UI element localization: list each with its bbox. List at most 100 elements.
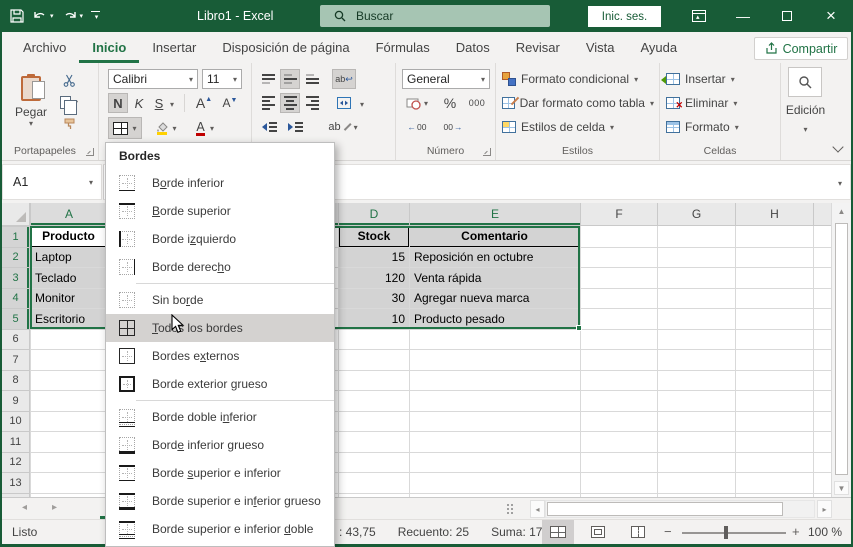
copy-button[interactable]: ▾	[56, 93, 82, 111]
percent-style-button[interactable]: %	[440, 93, 460, 113]
row-header-5[interactable]: 5	[2, 308, 30, 329]
menu-item-borde-superior[interactable]: Borde superior	[106, 197, 334, 225]
hscroll-right-icon[interactable]: ▸	[817, 500, 832, 518]
comma-style-button[interactable]: 000	[464, 93, 490, 113]
align-center-button[interactable]	[280, 93, 300, 113]
vertical-scroll-thumb[interactable]	[835, 223, 848, 475]
tab-disposici-n-de-p-gina[interactable]: Disposición de página	[209, 34, 362, 63]
maximize-button[interactable]	[765, 0, 809, 32]
menu-item-todos-los-bordes[interactable]: Todos los bordes	[106, 314, 334, 342]
row-header-4[interactable]: 4	[2, 288, 30, 309]
cell-A3[interactable]: Teclado	[31, 268, 107, 288]
increase-decimal-button[interactable]: ←00	[402, 117, 432, 137]
row-header-7[interactable]: 7	[2, 349, 30, 370]
zoom-out-button[interactable]: −	[664, 524, 672, 539]
decrease-decimal-button[interactable]: 00→	[438, 117, 468, 137]
share-button[interactable]: Compartir	[754, 37, 848, 60]
decrease-indent-button[interactable]	[258, 117, 280, 137]
merge-center-button[interactable]	[332, 93, 356, 113]
tab-f-rmulas[interactable]: Fórmulas	[363, 34, 443, 63]
collapse-ribbon-icon[interactable]	[833, 144, 843, 154]
cell-E2[interactable]: Reposición en octubre	[410, 248, 580, 268]
row-header-13[interactable]: 13	[2, 472, 30, 493]
menu-item-borde-superior-e-inferior-doble[interactable]: Borde superior e inferior doble	[106, 515, 334, 543]
align-left-button[interactable]	[258, 93, 278, 113]
normal-view-button[interactable]	[542, 520, 574, 544]
close-button[interactable]: ×	[809, 0, 853, 32]
align-middle-button[interactable]	[280, 69, 300, 89]
italic-button[interactable]: K	[130, 93, 148, 113]
menu-item-sin-borde[interactable]: Sin borde	[106, 286, 334, 314]
increase-indent-button[interactable]	[284, 117, 306, 137]
column-header-G[interactable]: G	[657, 203, 735, 226]
insert-cells-button[interactable]: Insertar▾	[666, 68, 776, 90]
tab-splitter-dots[interactable]	[506, 503, 513, 515]
cut-button[interactable]	[58, 71, 80, 89]
font-size-select[interactable]: 11▾	[202, 69, 242, 89]
cell-A4[interactable]: Monitor	[31, 289, 107, 309]
cell-E1[interactable]: Comentario	[410, 227, 580, 247]
tab-revisar[interactable]: Revisar	[503, 34, 573, 63]
orientation-button[interactable]: ab▾	[328, 117, 358, 137]
column-header-E[interactable]: E	[409, 203, 580, 226]
menu-item-borde-superior-e-inferior-grueso[interactable]: Borde superior e inferior grueso	[106, 487, 334, 515]
accounting-format-button[interactable]: ▾	[402, 93, 432, 113]
cell-E4[interactable]: Agregar nueva marca	[410, 289, 580, 309]
status-count[interactable]: Recuento: 25	[398, 525, 469, 539]
zoom-slider-track[interactable]	[682, 532, 786, 534]
cell-D3[interactable]: 120	[339, 268, 409, 288]
menu-item-bordes-externos[interactable]: Bordes externos	[106, 342, 334, 370]
zoom-in-button[interactable]: +	[792, 524, 800, 539]
column-header-A[interactable]: A	[30, 203, 107, 226]
menu-item-borde-izquierdo[interactable]: Borde izquierdo	[106, 225, 334, 253]
bold-button[interactable]: N	[108, 93, 128, 113]
column-header-D[interactable]: D	[338, 203, 409, 226]
shrink-font-button[interactable]: A▼	[218, 93, 242, 113]
menu-item-borde-derecho[interactable]: Borde derecho	[106, 253, 334, 281]
cell-D5[interactable]: 10	[339, 309, 409, 329]
tab-inicio[interactable]: Inicio	[79, 34, 139, 63]
cell-D2[interactable]: 15	[339, 248, 409, 268]
underline-button[interactable]: S	[150, 93, 168, 113]
align-right-button[interactable]	[302, 93, 322, 113]
wrap-text-button[interactable]: ab↩	[332, 69, 356, 89]
format-painter-button[interactable]	[58, 115, 80, 133]
undo-dropdown-icon[interactable]: ▾	[50, 12, 54, 20]
save-icon[interactable]	[6, 0, 28, 32]
sheet-nav-next-icon[interactable]: ▸	[52, 502, 57, 513]
tab-vista[interactable]: Vista	[573, 34, 628, 63]
delete-cells-button[interactable]: ✕ Eliminar▾	[666, 92, 776, 114]
font-color-button[interactable]: A ▾	[188, 117, 220, 139]
find-select-button[interactable]	[788, 67, 822, 97]
cell-E3[interactable]: Venta rápida	[410, 268, 580, 288]
zoom-slider-handle[interactable]	[724, 526, 728, 539]
redo-dropdown-icon[interactable]: ▾	[80, 12, 84, 20]
number-format-select[interactable]: General▾	[402, 69, 490, 89]
sign-in-button[interactable]: Inic. ses.	[588, 6, 661, 27]
status-average-partial[interactable]: : 43,75	[339, 525, 376, 539]
editing-label[interactable]: Edición	[781, 103, 830, 117]
column-header-partial[interactable]	[813, 203, 831, 226]
row-header-8[interactable]: 8	[2, 370, 30, 391]
horizontal-scroll-thumb[interactable]	[547, 502, 783, 516]
row-header-1[interactable]: 1	[2, 226, 30, 247]
zoom-level[interactable]: 100 %	[808, 525, 842, 539]
tab-ayuda[interactable]: Ayuda	[628, 34, 691, 63]
scroll-up-icon[interactable]: ▲	[832, 203, 851, 219]
fill-handle[interactable]	[576, 325, 582, 331]
cell-styles-button[interactable]: Estilos de celda▾	[502, 116, 654, 138]
menu-item-borde-exterior-grueso[interactable]: Borde exterior grueso	[106, 370, 334, 398]
align-top-button[interactable]	[258, 69, 278, 89]
name-box-dropdown-icon[interactable]: ▾	[89, 178, 93, 187]
ribbon-display-options-button[interactable]	[677, 0, 721, 32]
editing-dropdown-icon[interactable]: ▾	[781, 119, 830, 137]
row-header-3[interactable]: 3	[2, 267, 30, 288]
borders-button[interactable]: ▾	[108, 117, 142, 139]
clipboard-dialog-launcher-icon[interactable]	[86, 148, 94, 156]
cell-A5[interactable]: Escritorio	[31, 309, 107, 329]
paste-button[interactable]: Pegar ▾	[10, 68, 52, 136]
cell-A2[interactable]: Laptop	[31, 248, 107, 268]
merge-dropdown-icon[interactable]: ▾	[360, 100, 364, 109]
menu-item-borde-inferior[interactable]: Borde inferior	[106, 169, 334, 197]
sheet-nav-prev-icon[interactable]: ◂	[22, 502, 27, 513]
